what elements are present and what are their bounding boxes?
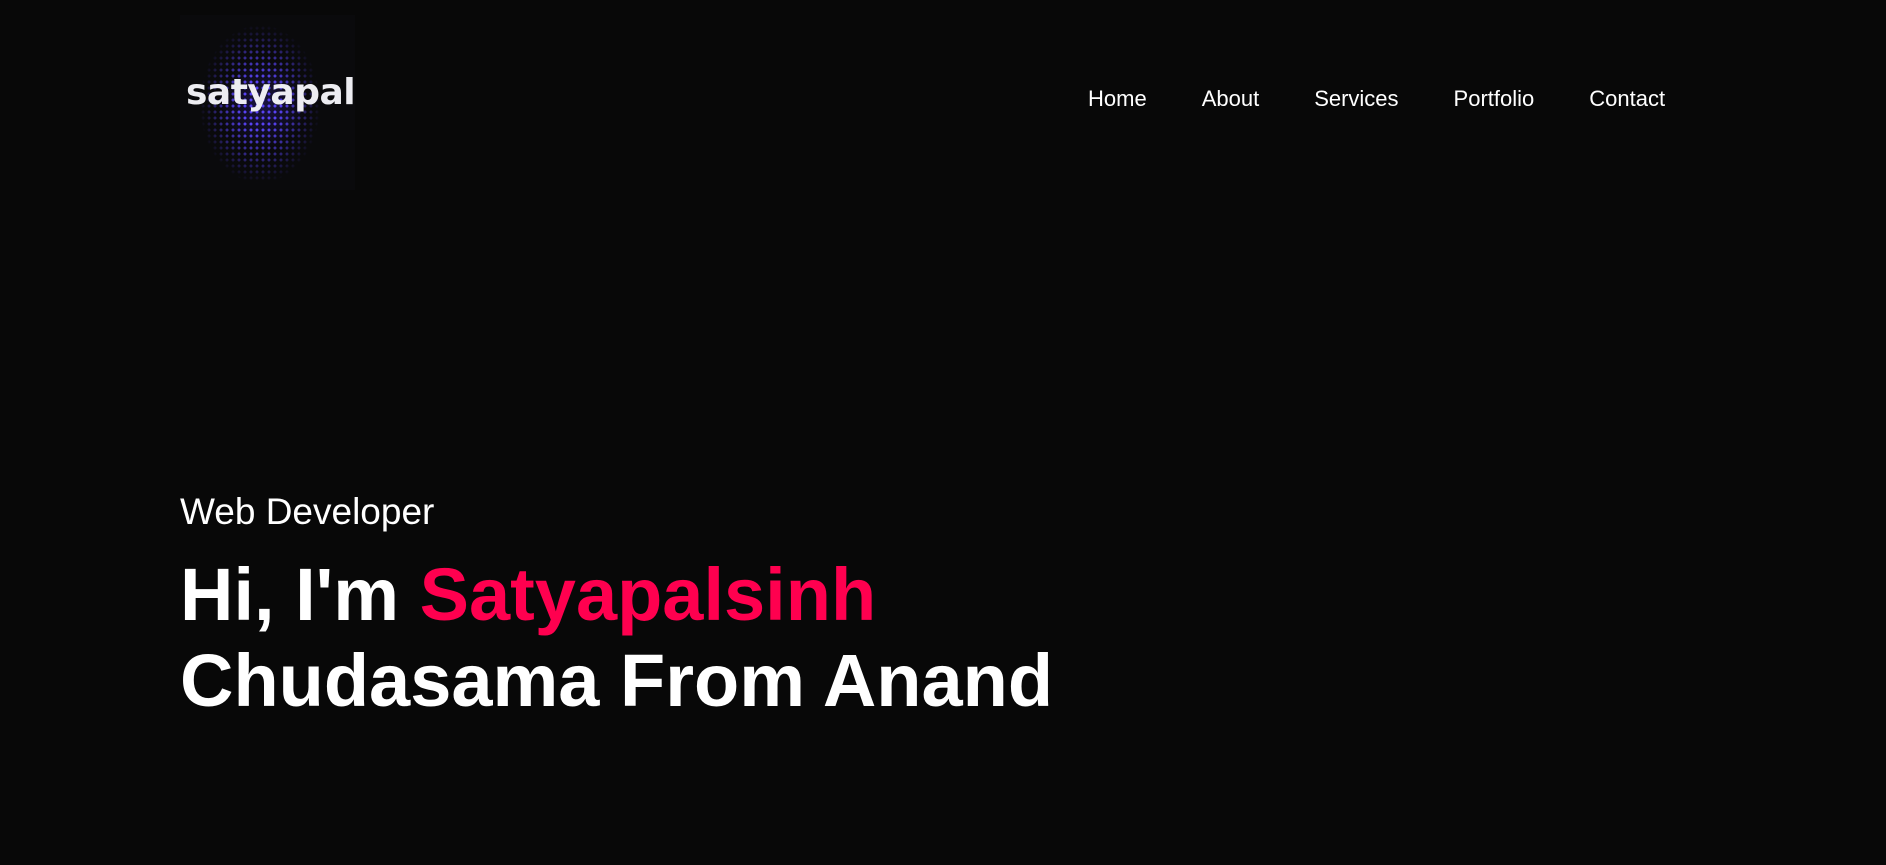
nav-link-about[interactable]: About xyxy=(1202,86,1260,112)
site-logo[interactable]: satyapal xyxy=(180,15,355,190)
hero-greeting: Hi, I'm xyxy=(180,553,420,636)
nav-link-contact[interactable]: Contact xyxy=(1589,86,1665,112)
nav-link-portfolio[interactable]: Portfolio xyxy=(1454,86,1535,112)
nav-link-services[interactable]: Services xyxy=(1314,86,1398,112)
nav-link-home[interactable]: Home xyxy=(1088,86,1147,112)
hero-highlight-name: Satyapalsinh xyxy=(419,553,877,636)
site-header: satyapal Home About Services Portfolio C… xyxy=(0,0,1886,190)
hero-subtitle: Web Developer xyxy=(180,491,435,532)
main-nav: Home About Services Portfolio Contact xyxy=(1088,86,1665,112)
logo-text: satyapal xyxy=(186,72,355,113)
hero-section: Web Developer Hi, I'm Satyapalsinh Chudas… xyxy=(180,488,1680,724)
hero-title-line2: Chudasama From Anand xyxy=(180,639,1054,722)
hero-title: Hi, I'm Satyapalsinh Chudasama From Anand xyxy=(180,552,1680,724)
